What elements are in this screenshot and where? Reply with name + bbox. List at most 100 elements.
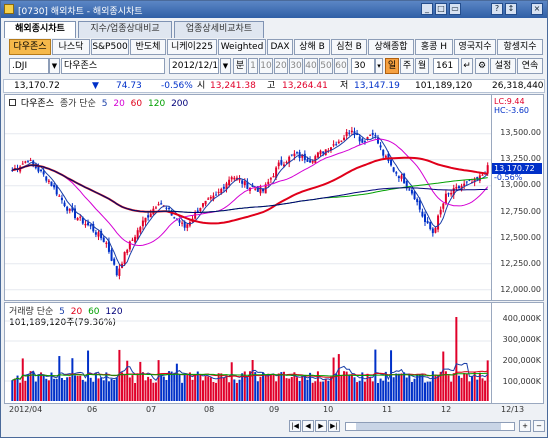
candle-body	[26, 161, 29, 163]
volume-bar	[410, 381, 413, 401]
volume-bar	[58, 356, 61, 401]
volume-bar	[194, 374, 197, 401]
volume-bar	[434, 375, 437, 401]
volume-chart-panel[interactable]: 거래량 단순 5 20 60 120 101,189,120주(79.36%) …	[4, 302, 544, 404]
high-price: 13,264.41	[282, 81, 328, 91]
candle-body	[463, 183, 466, 186]
index-shanghai-composite-button[interactable]: 상해종합	[368, 39, 414, 55]
tab-overseas-chart[interactable]: 해외종시차트	[4, 21, 76, 38]
candle-body	[296, 152, 299, 154]
period-1-button[interactable]: 1	[248, 58, 258, 74]
candle-body	[316, 152, 319, 158]
settings-button[interactable]: 설정	[490, 58, 516, 74]
index-shanghai-b-button[interactable]: 상해 B	[294, 39, 330, 55]
tab-sector-detail[interactable]: 업종상세비교차트	[174, 21, 264, 38]
volume-bar	[418, 374, 421, 401]
resize-button[interactable]: ↕	[505, 3, 517, 15]
chart-scrollbar[interactable]	[345, 422, 515, 431]
maximize-button[interactable]: □	[435, 3, 447, 15]
gear-icon[interactable]: ⚙	[475, 58, 489, 74]
volume-bar	[390, 350, 393, 401]
volume-bar	[277, 373, 280, 401]
volume-bar	[403, 372, 406, 401]
close-button[interactable]: ×	[531, 3, 543, 15]
volume-bar	[337, 354, 340, 401]
monthly-button[interactable]: 월	[415, 58, 429, 74]
interval-count-input[interactable]: 30	[351, 58, 375, 74]
date-picker-button[interactable]: ▼	[220, 58, 231, 74]
volume-bar	[481, 378, 484, 401]
symbol-input[interactable]: .DJI	[9, 58, 49, 74]
bar-count-confirm-button[interactable]: ↵	[461, 58, 473, 74]
candle-body	[269, 178, 272, 180]
volume-bar	[81, 379, 84, 401]
period-50-button[interactable]: 50	[319, 58, 333, 74]
volume-bar	[181, 382, 184, 401]
tab-index-comparison[interactable]: 지수/업종상대비교	[78, 21, 172, 38]
volume-bar	[160, 374, 163, 401]
index-weighted-button[interactable]: Weighted	[218, 39, 266, 55]
bar-count-input[interactable]: 161	[433, 58, 459, 74]
price-ytick: 12,500.00	[500, 233, 541, 242]
volume-bar	[275, 381, 278, 401]
index-hangseng-button[interactable]: 항셍지수	[497, 39, 543, 55]
index-semiconductor-button[interactable]: 반도체	[130, 39, 166, 55]
weekly-button[interactable]: 주	[400, 58, 414, 74]
candle-body	[418, 200, 421, 210]
period-30-button[interactable]: 30	[289, 58, 303, 74]
volume-y-axis: 400,000K 300,000K 200,000K 100,000K	[491, 303, 543, 403]
scroll-first-button[interactable]: |◀	[289, 420, 301, 432]
period-40-button[interactable]: 40	[304, 58, 318, 74]
minimize-button[interactable]: _	[421, 3, 433, 15]
candle-body	[141, 220, 144, 227]
volume-ytick: 300,000K	[502, 335, 541, 344]
window-title: [0730] 해외차트 - 해외종시차트	[18, 7, 143, 17]
volume-bar	[484, 380, 487, 401]
volume-bar	[66, 377, 69, 401]
period-60-button[interactable]: 60	[334, 58, 348, 74]
period-20-button[interactable]: 20	[274, 58, 288, 74]
candle-body	[228, 179, 231, 186]
index-ftse-button[interactable]: 영국지수	[454, 39, 496, 55]
index-dow-button[interactable]: 다우존스	[9, 39, 51, 55]
scroll-next-button[interactable]: ▶	[315, 420, 327, 432]
continuous-button[interactable]: 연속	[517, 58, 543, 74]
scroll-prev-button[interactable]: ◀	[302, 420, 314, 432]
minute-mode-button[interactable]: 분	[233, 58, 247, 74]
index-shenzhen-b-button[interactable]: 심천 B	[331, 39, 367, 55]
candle-body	[24, 161, 27, 163]
zoom-out-button[interactable]: −	[533, 420, 545, 432]
interval-count-stepper[interactable]: ▾	[375, 58, 383, 74]
volume-bar	[395, 373, 398, 401]
candle-body	[416, 199, 419, 203]
amount-value: 26,318,440	[492, 81, 544, 91]
main-window: [0730] 해외차트 - 해외종시차트 _ □ ▭ ? ↕ × 해외종시차트 …	[0, 0, 548, 438]
help-button[interactable]: ?	[491, 3, 503, 15]
period-10-button[interactable]: 10	[259, 58, 273, 74]
index-nasdaq-button[interactable]: 나스닥	[52, 39, 90, 55]
candle-body	[160, 203, 163, 205]
restore-button[interactable]: ▭	[449, 3, 461, 15]
volume-bar	[269, 374, 272, 401]
volume-bar	[350, 374, 353, 401]
candle-body	[293, 153, 296, 157]
scroll-last-button[interactable]: ▶|	[328, 420, 340, 432]
index-hongkong-h-button[interactable]: 홍콩 H	[415, 39, 453, 55]
index-dax-button[interactable]: DAX	[267, 39, 293, 55]
index-nikkei-button[interactable]: 니케이225	[167, 39, 217, 55]
symbol-dropdown-button[interactable]: ▼	[49, 58, 60, 74]
volume-bar	[217, 373, 220, 401]
price-chart-panel[interactable]: 다우존스 종가 단순 5 20 60 120 200 LC:9.44 HC:-3…	[4, 94, 544, 301]
volume-bar	[113, 379, 116, 401]
daily-button[interactable]: 일	[385, 58, 399, 74]
date-input[interactable]: 2012/12/14	[169, 58, 219, 74]
volume-bar	[400, 373, 403, 401]
quote-info-bar: 13,170.72 ▼ 74.73 -0.56% 시 13,241.38 고 1…	[3, 79, 545, 93]
candle-body	[87, 222, 90, 226]
zoom-in-button[interactable]: +	[519, 420, 531, 432]
index-sp500-button[interactable]: S&P500	[91, 39, 129, 55]
scrollbar-thumb[interactable]	[356, 423, 501, 430]
volume-bar	[296, 377, 299, 401]
x-tick: 11	[382, 405, 393, 414]
candle-body	[29, 160, 32, 162]
